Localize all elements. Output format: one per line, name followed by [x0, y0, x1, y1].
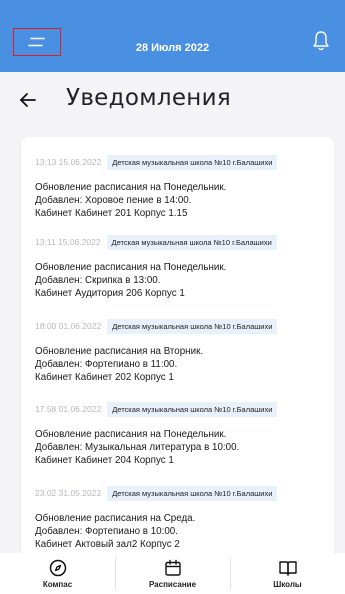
notification-line: Добавлен: Скрипка в 13:00. — [35, 275, 161, 286]
bottom-navigation: Компас Расписание Школы — [0, 553, 345, 594]
notification-time: 18:00 01.06.2022 — [35, 321, 102, 331]
notification-text: Обновление расписания на Вторник. Добавл… — [35, 345, 334, 384]
notifications-bell-button[interactable] — [312, 30, 330, 57]
notification-line: Добавлен: Фортепиано в 10:00. — [35, 526, 178, 537]
calendar-icon — [164, 559, 181, 576]
school-badge: Детская музыкальная школа №10 г.Балашихи — [107, 485, 278, 501]
school-badge: Детская музыкальная школа №10 г.Балашихи — [107, 401, 278, 417]
notification-line: Добавлен: Хоровое пение в 14:00. — [35, 195, 192, 206]
notification-item[interactable]: 17:58 01.06.2022 Детская музыкальная шко… — [35, 400, 334, 467]
arrow-left-icon — [20, 93, 36, 107]
notification-line: Кабинет Кабинет 202 Корпус 1 — [35, 372, 174, 383]
notification-line: Добавлен: Музыкальная литература в 10:00… — [35, 442, 240, 453]
notification-item[interactable]: 23:02 31.05.2022 Детская музыкальная шко… — [35, 484, 334, 551]
nav-label: Расписание — [148, 580, 197, 589]
back-button[interactable] — [19, 92, 37, 113]
compass-icon — [49, 559, 66, 577]
notification-line: Обновление расписания на Понедельник. — [35, 429, 227, 440]
notification-item[interactable]: 18:00 01.06.2022 Детская музыкальная шко… — [35, 317, 334, 384]
notification-time: 17:58 01.06.2022 — [35, 404, 102, 414]
notification-line: Кабинет Кабинет 204 Корпус 1 — [35, 455, 174, 466]
notification-line: Кабинет Актовый зал2 Корпус 2 — [35, 539, 180, 550]
page-title: Уведомления — [66, 85, 232, 111]
book-icon — [278, 561, 297, 576]
notification-line: Обновление расписания на Среда. — [35, 513, 196, 524]
notification-time: 23:02 31.05.2022 — [35, 488, 102, 498]
notification-line: Кабинет Кабинет 201 Корпус 1.15 — [35, 208, 188, 219]
nav-item-schedule[interactable]: Расписание — [115, 553, 230, 594]
notification-line: Обновление расписания на Понедельник. — [35, 182, 227, 193]
notification-text: Обновление расписания на Понедельник. До… — [35, 261, 334, 300]
notifications-list[interactable]: 13:13 15.06.2022 Детская музыкальная шко… — [21, 137, 334, 557]
notification-item[interactable]: 13:11 15.06.2022 Детская музыкальная шко… — [35, 233, 334, 300]
notification-time: 13:13 15.06.2022 — [35, 157, 102, 167]
notification-line: Обновление расписания на Вторник. — [35, 346, 204, 357]
top-app-bar: 28 Июля 2022 — [0, 0, 345, 72]
notification-line: Кабинет Аудитория 206 Корпус 1 — [35, 288, 185, 299]
notification-time: 13:11 15.06.2022 — [35, 237, 101, 247]
notification-item[interactable]: 13:13 15.06.2022 Детская музыкальная шко… — [35, 153, 334, 220]
notification-text: Обновление расписания на Понедельник. До… — [35, 428, 334, 467]
bell-icon — [313, 31, 329, 51]
notification-text: Обновление расписания на Понедельник. До… — [35, 181, 334, 220]
nav-item-schools[interactable]: Школы — [230, 553, 345, 594]
current-date: 28 Июля 2022 — [135, 42, 210, 54]
page-header: Уведомления — [0, 80, 345, 120]
notification-line: Обновление расписания на Понедельник. — [35, 262, 227, 273]
nav-label: Школы — [273, 580, 302, 589]
nav-label: Компас — [42, 580, 73, 589]
school-badge: Детская музыкальная школа №10 г.Балашихи — [107, 318, 278, 334]
school-badge: Детская музыкальная школа №10 г.Балашихи — [107, 154, 278, 170]
notification-line: Добавлен: Фортепиано в 11:00. — [35, 359, 178, 370]
notification-text: Обновление расписания на Среда. Добавлен… — [35, 512, 334, 551]
nav-item-compass[interactable]: Компас — [0, 553, 115, 594]
school-badge: Детская музыкальная школа №10 г.Балашихи — [106, 234, 277, 250]
